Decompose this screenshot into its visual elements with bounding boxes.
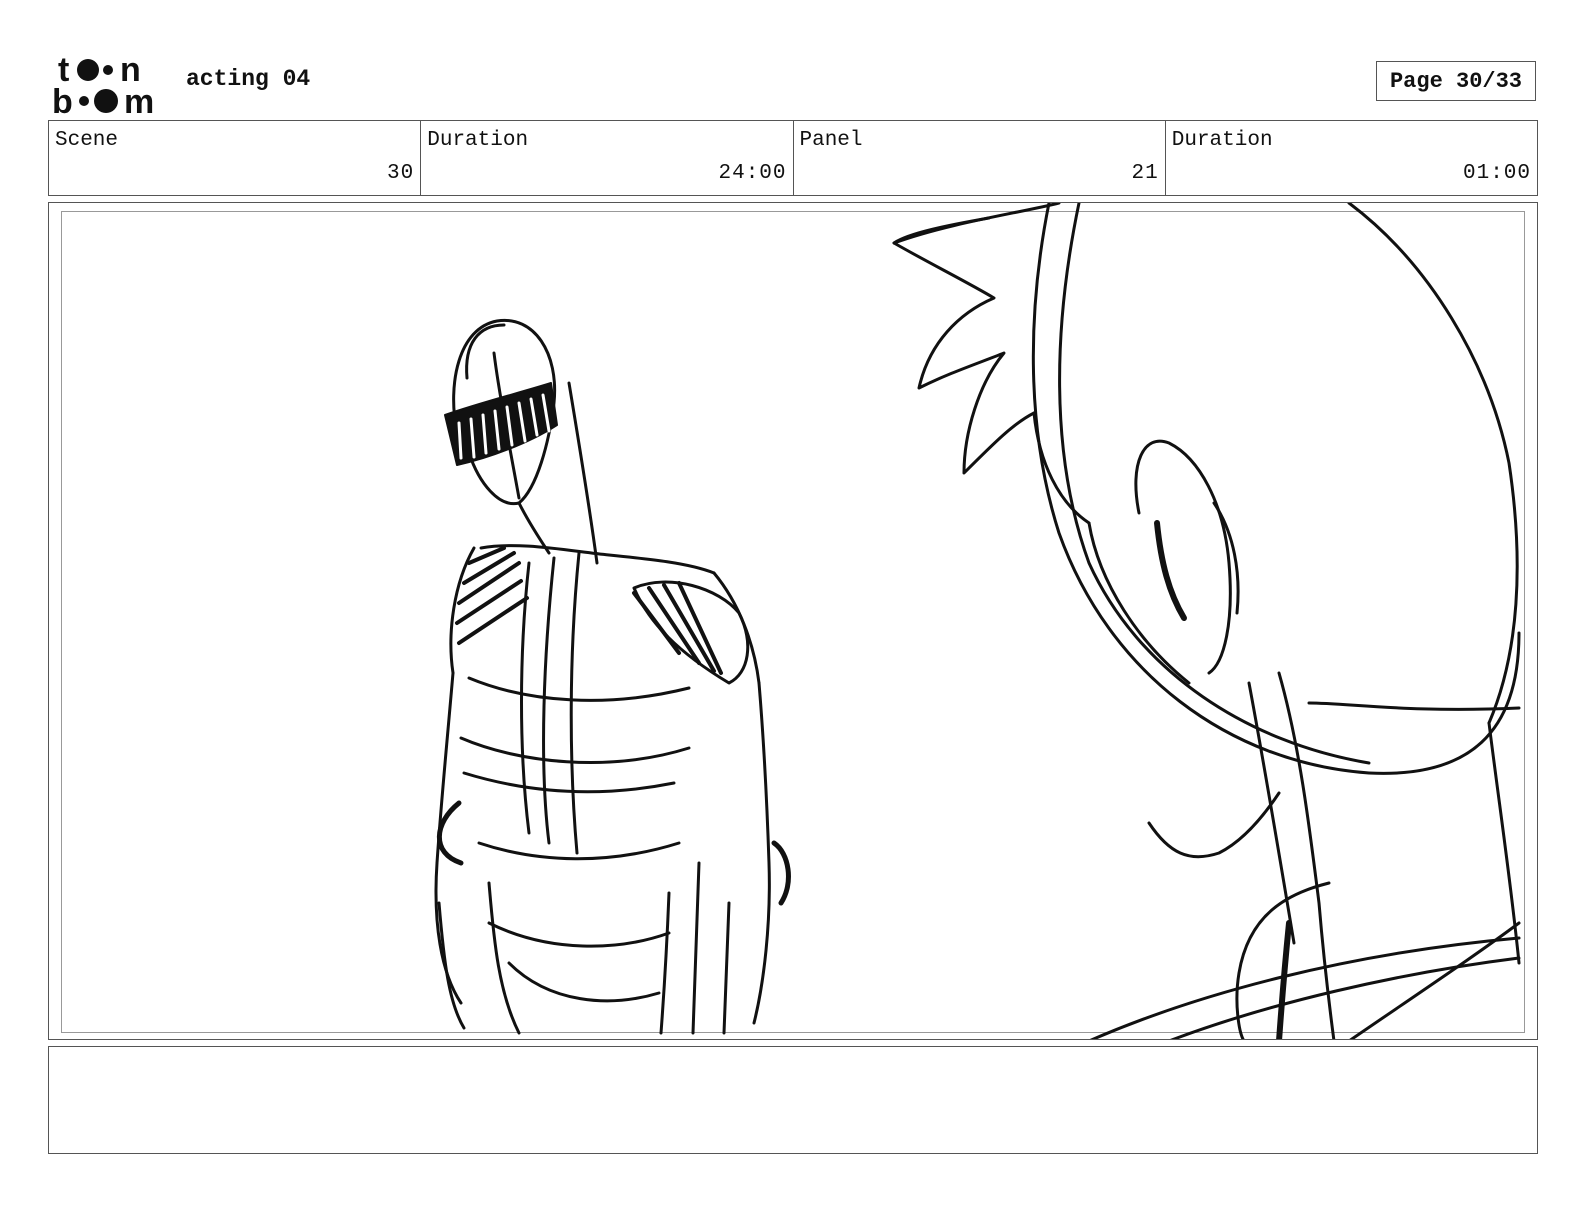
- panel-duration-cell: Duration 01:00: [1166, 121, 1537, 195]
- panel-label: Panel: [799, 129, 863, 152]
- panel-sketch: [434, 203, 1521, 1039]
- figure-right-sketch: [892, 203, 1521, 1039]
- scene-duration-value: 24:00: [718, 162, 787, 185]
- scene-value: 30: [387, 162, 415, 185]
- page-indicator: Page 30/33: [1376, 61, 1536, 101]
- scene-info-row: Scene 30 Duration 24:00 Panel 21 Duratio…: [48, 120, 1538, 196]
- svg-text:b: b: [52, 83, 73, 116]
- panel-duration-value: 01:00: [1462, 162, 1531, 185]
- panel-cell: Panel 21: [794, 121, 1166, 195]
- panel-duration-label: Duration: [1171, 129, 1273, 152]
- panel-frame: [48, 202, 1538, 1040]
- scene-label: Scene: [55, 129, 119, 152]
- scene-duration-label: Duration: [427, 129, 529, 152]
- storyboard-title: acting 04: [186, 66, 311, 92]
- svg-text:m: m: [124, 83, 154, 116]
- toonboom-logo: t n b m: [52, 51, 154, 116]
- scene-cell: Scene 30: [49, 121, 422, 195]
- scene-duration-cell: Duration 24:00: [421, 121, 794, 195]
- figure-left-sketch: [434, 318, 791, 1035]
- panel-value: 21: [1131, 162, 1159, 185]
- panel-notes: [48, 1046, 1538, 1154]
